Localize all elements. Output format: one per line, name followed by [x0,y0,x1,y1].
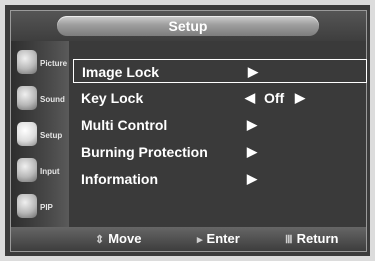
hint-return-label: Return [296,231,339,246]
picture-icon [17,50,37,74]
menu-frame: Setup Picture Sound Setup Input PIP Imag… [10,10,367,252]
sidebar-item-label: Setup [40,131,63,140]
hint-move-label: Move [108,231,142,246]
hint-move: ⇕ Move [95,227,141,252]
move-updown-icon: ⇕ [95,234,105,246]
sound-icon [17,86,37,110]
arrow-left-icon[interactable]: ◀ [245,86,255,110]
menu-item-burning-protection[interactable]: Burning Protection ▶ [73,140,367,164]
menu-item-multi-control[interactable]: Multi Control ▶ [73,113,367,137]
arrow-right-icon: ▶ [247,117,257,132]
arrow-right-icon[interactable]: ▶ [295,86,305,110]
category-sidebar: Picture Sound Setup Input PIP [11,41,69,227]
pip-icon [17,194,37,218]
setup-menu-list: Image Lock ▶ Key Lock ◀ Off ▶ Multi Cont… [73,59,369,209]
key-lock-value: Off [264,90,285,106]
sidebar-item-label: Picture [40,59,68,68]
setup-icon [17,122,37,146]
sidebar-item-pip[interactable]: PIP [13,191,67,223]
input-icon [17,158,37,182]
osd-menu: Setup Picture Sound Setup Input PIP Imag… [0,0,375,261]
sidebar-item-picture[interactable]: Picture [13,47,67,79]
arrow-right-icon: ▶ [247,144,257,159]
menu-item-key-lock[interactable]: Key Lock ◀ Off ▶ [73,86,367,110]
sidebar-item-label: PIP [40,203,53,212]
menu-item-information[interactable]: Information ▶ [73,167,367,191]
sidebar-item-setup[interactable]: Setup [13,119,67,151]
page-title: Setup [57,16,319,36]
hint-enter-label: Enter [206,231,240,246]
menu-item-label: Key Lock [81,90,144,106]
sidebar-item-sound[interactable]: Sound [13,83,67,115]
arrow-right-icon: ▶ [247,171,257,186]
sidebar-item-label: Input [40,167,60,176]
hint-return: Ⅲ Return [285,227,338,252]
menu-item-image-lock[interactable]: Image Lock ▶ [73,59,367,83]
menu-item-label: Information [81,171,158,187]
arrow-right-icon: ▶ [248,64,258,79]
menu-item-label: Multi Control [81,117,168,133]
sidebar-item-label: Sound [40,95,65,104]
enter-icon: ▸ [197,234,203,246]
menu-item-label: Image Lock [82,64,160,80]
return-icon: Ⅲ [285,234,293,246]
hint-enter: ▸ Enter [197,227,240,252]
menu-item-label: Burning Protection [81,144,208,160]
sidebar-item-input[interactable]: Input [13,155,67,187]
title-bar: Setup [11,11,366,41]
control-hints-bar: ⇕ Move ▸ Enter Ⅲ Return [11,227,366,251]
